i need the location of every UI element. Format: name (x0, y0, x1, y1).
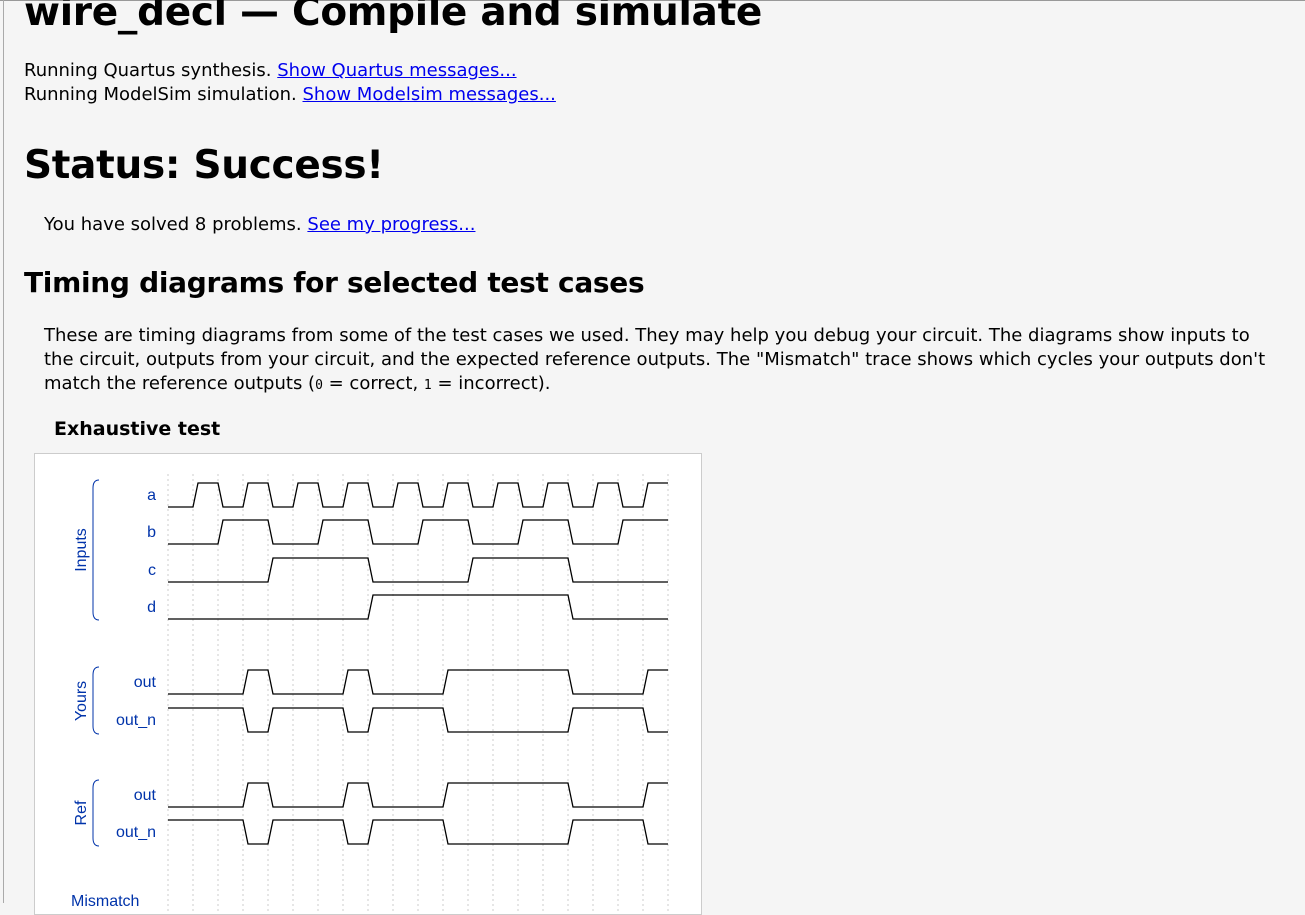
quartus-status-line: Running Quartus synthesis. Show Quartus … (24, 60, 517, 81)
desc-code-0: 0 (315, 378, 323, 393)
solved-count-text: You have solved 8 problems. (44, 214, 302, 235)
signal-label-out: out (134, 674, 157, 691)
signal-label-c: c (148, 562, 156, 579)
desc-part-2: = correct, (322, 373, 424, 394)
timing-diagram: Inputs Yours Ref a b c d out out_n out out_n Mismat… (34, 453, 702, 915)
modelsim-status-line: Running ModelSim simulation. Show Models… (24, 84, 556, 105)
group-bracket (92, 779, 100, 847)
group-bracket (92, 479, 100, 621)
signal-label-a: a (147, 487, 156, 504)
modelsim-status-text: Running ModelSim simulation. (24, 84, 297, 105)
signal-label-out_n: out_n (116, 824, 156, 841)
group-label-inputs: Inputs (73, 528, 90, 572)
signal-label-out: out (134, 787, 157, 804)
exhaustive-test-title: Exhaustive test (54, 418, 221, 440)
window-left-border (3, 0, 4, 903)
see-progress-link[interactable]: See my progress... (307, 214, 475, 235)
status-heading: Status: Success! (24, 143, 384, 188)
group-bracket (92, 666, 100, 735)
show-quartus-messages-link[interactable]: Show Quartus messages... (277, 60, 516, 81)
signal-label-out_n: out_n (116, 712, 156, 729)
mismatch-label: Mismatch (71, 893, 139, 910)
group-label-ref: Ref (73, 800, 90, 825)
quartus-status-text: Running Quartus synthesis. (24, 60, 272, 81)
desc-part-3: = incorrect). (431, 373, 551, 394)
page-title: wire_decl — Compile and simulate (24, 0, 763, 35)
signal-label-d: d (147, 599, 156, 616)
timing-diagram-svg: InputsYoursRefabcdoutout_noutout_nMismat… (71, 474, 669, 914)
desc-code-1: 1 (423, 378, 432, 393)
signal-label-b: b (147, 524, 156, 541)
show-modelsim-messages-link[interactable]: Show Modelsim messages... (303, 84, 556, 105)
group-label-yours: Yours (73, 681, 90, 721)
desc-part-1: These are timing diagrams from some of t… (44, 325, 1266, 394)
solved-count-line: You have solved 8 problems. See my progr… (44, 214, 475, 235)
timing-description: These are timing diagrams from some of t… (44, 324, 1284, 398)
timing-diagrams-heading: Timing diagrams for selected test cases (24, 266, 645, 299)
